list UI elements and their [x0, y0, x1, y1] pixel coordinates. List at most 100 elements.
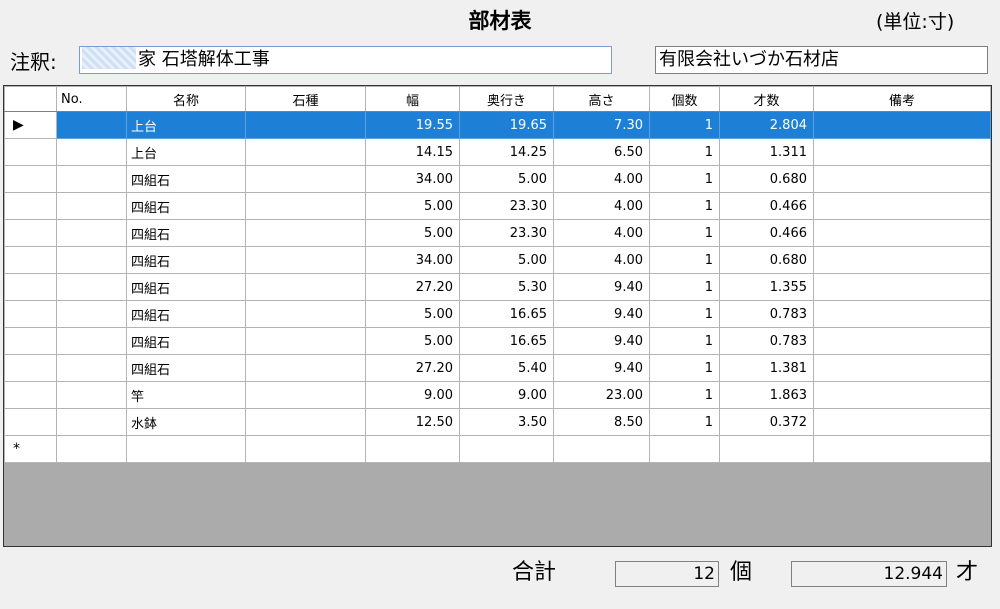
cell-height[interactable]: 23.00	[553, 381, 650, 409]
cell-height[interactable]: 6.50	[553, 138, 650, 166]
order-field[interactable]: 家 石塔解体工事	[79, 46, 612, 74]
cell-no[interactable]	[56, 246, 127, 274]
cell-depth[interactable]: 19.65	[459, 111, 554, 139]
cell-name[interactable]: 上台	[126, 138, 246, 166]
cell-name[interactable]: 四組石	[126, 165, 246, 193]
cell-stone[interactable]	[245, 354, 366, 382]
cell-sai[interactable]: 1.311	[719, 138, 814, 166]
table-row[interactable]: 四組石 5.00 16.65 9.40 1 0.783	[4, 327, 991, 355]
cell-depth[interactable]: 5.00	[459, 165, 554, 193]
cell-note[interactable]	[813, 408, 991, 436]
cell-no[interactable]	[56, 111, 127, 139]
cell-width[interactable]: 12.50	[365, 408, 460, 436]
row-header[interactable]	[4, 246, 57, 274]
row-header[interactable]	[4, 354, 57, 382]
cell-qty[interactable]: 1	[649, 408, 720, 436]
cell-name[interactable]	[126, 435, 246, 463]
column-header[interactable]: 才数	[719, 86, 814, 112]
cell-depth[interactable]: 14.25	[459, 138, 554, 166]
cell-note[interactable]	[813, 246, 991, 274]
cell-sai[interactable]: 0.783	[719, 300, 814, 328]
cell-width[interactable]: 9.00	[365, 381, 460, 409]
table-row[interactable]: 水鉢 12.50 3.50 8.50 1 0.372	[4, 408, 991, 436]
table-row[interactable]: 四組石 5.00 23.30 4.00 1 0.466	[4, 192, 991, 220]
cell-stone[interactable]	[245, 165, 366, 193]
column-header[interactable]: 備考	[813, 86, 991, 112]
cell-sai[interactable]: 0.680	[719, 246, 814, 274]
row-header[interactable]: ▶	[4, 111, 57, 139]
cell-height[interactable]: 4.00	[553, 165, 650, 193]
cell-width[interactable]: 27.20	[365, 273, 460, 301]
table-row[interactable]: 四組石 5.00 16.65 9.40 1 0.783	[4, 300, 991, 328]
row-header[interactable]	[4, 327, 57, 355]
column-header[interactable]: 石種	[245, 86, 366, 112]
cell-width[interactable]: 5.00	[365, 327, 460, 355]
cell-qty[interactable]: 1	[649, 219, 720, 247]
cell-width[interactable]: 5.00	[365, 192, 460, 220]
cell-qty[interactable]: 1	[649, 354, 720, 382]
cell-height[interactable]: 9.40	[553, 327, 650, 355]
cell-qty[interactable]: 1	[649, 300, 720, 328]
cell-no[interactable]	[56, 408, 127, 436]
cell-sai[interactable]: 1.863	[719, 381, 814, 409]
cell-note[interactable]	[813, 435, 991, 463]
column-header[interactable]: 高さ	[553, 86, 650, 112]
cell-qty[interactable]: 1	[649, 381, 720, 409]
cell-height[interactable]: 9.40	[553, 300, 650, 328]
cell-height[interactable]: 4.00	[553, 246, 650, 274]
cell-name[interactable]: 四組石	[126, 300, 246, 328]
cell-sai[interactable]: 2.804	[719, 111, 814, 139]
cell-qty[interactable]: 1	[649, 192, 720, 220]
column-header[interactable]: No.	[56, 86, 127, 112]
cell-note[interactable]	[813, 327, 991, 355]
cell-depth[interactable]: 23.30	[459, 219, 554, 247]
table-row[interactable]: 竿 9.00 9.00 23.00 1 1.863	[4, 381, 991, 409]
vendor-field[interactable]: 有限会社いづか石材店	[655, 46, 988, 74]
cell-name[interactable]: 水鉢	[126, 408, 246, 436]
cell-name[interactable]: 四組石	[126, 219, 246, 247]
cell-no[interactable]	[56, 273, 127, 301]
row-header[interactable]	[4, 165, 57, 193]
row-header[interactable]	[4, 273, 57, 301]
cell-qty[interactable]: 1	[649, 246, 720, 274]
table-row[interactable]: 四組石 5.00 23.30 4.00 1 0.466	[4, 219, 991, 247]
cell-sai[interactable]: 0.680	[719, 165, 814, 193]
row-header[interactable]	[4, 219, 57, 247]
cell-no[interactable]	[56, 165, 127, 193]
cell-note[interactable]	[813, 300, 991, 328]
cell-qty[interactable]: 1	[649, 327, 720, 355]
cell-no[interactable]	[56, 327, 127, 355]
cell-stone[interactable]	[245, 138, 366, 166]
cell-sai[interactable]: 0.783	[719, 327, 814, 355]
cell-height[interactable]: 7.30	[553, 111, 650, 139]
cell-no[interactable]	[56, 138, 127, 166]
table-row[interactable]: 四組石 34.00 5.00 4.00 1 0.680	[4, 165, 991, 193]
cell-sai[interactable]: 1.355	[719, 273, 814, 301]
cell-note[interactable]	[813, 354, 991, 382]
cell-name[interactable]: 四組石	[126, 246, 246, 274]
cell-note[interactable]	[813, 111, 991, 139]
column-header[interactable]: 奥行き	[459, 86, 554, 112]
column-header[interactable]: 個数	[649, 86, 720, 112]
cell-no[interactable]	[56, 192, 127, 220]
cell-sai[interactable]: 0.372	[719, 408, 814, 436]
cell-no[interactable]	[56, 219, 127, 247]
row-header[interactable]	[4, 300, 57, 328]
cell-stone[interactable]	[245, 273, 366, 301]
cell-note[interactable]	[813, 192, 991, 220]
cell-stone[interactable]	[245, 327, 366, 355]
cell-name[interactable]: 四組石	[126, 327, 246, 355]
cell-sai[interactable]	[719, 435, 814, 463]
cell-depth[interactable]: 3.50	[459, 408, 554, 436]
cell-note[interactable]	[813, 165, 991, 193]
cell-stone[interactable]	[245, 246, 366, 274]
cell-note[interactable]	[813, 219, 991, 247]
cell-sai[interactable]: 0.466	[719, 192, 814, 220]
column-header[interactable]: 名称	[126, 86, 246, 112]
cell-name[interactable]: 竿	[126, 381, 246, 409]
cell-qty[interactable]: 1	[649, 111, 720, 139]
cell-depth[interactable]: 16.65	[459, 300, 554, 328]
cell-height[interactable]: 9.40	[553, 273, 650, 301]
column-header[interactable]: 幅	[365, 86, 460, 112]
cell-depth[interactable]: 5.30	[459, 273, 554, 301]
